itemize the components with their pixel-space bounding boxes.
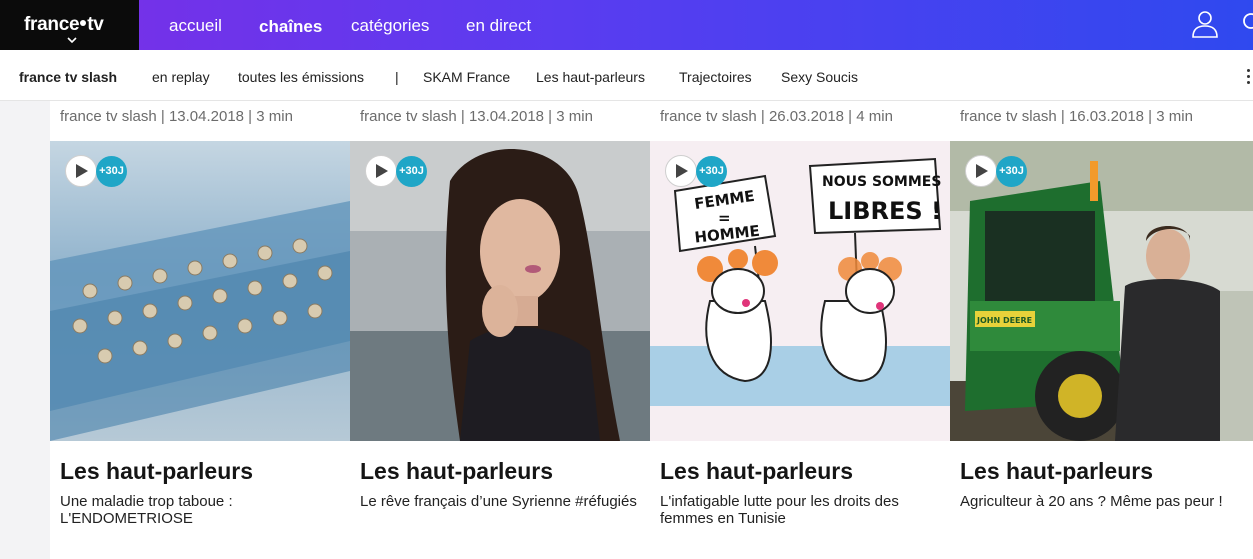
- nav-en-direct[interactable]: en direct: [466, 16, 531, 36]
- subnav-toutes-les-emissions[interactable]: toutes les émissions: [238, 69, 364, 85]
- subnav-brand[interactable]: france tv slash: [19, 69, 117, 85]
- subnav-separator: |: [395, 69, 399, 85]
- nav-chaines[interactable]: chaînes: [259, 17, 322, 37]
- play-icon: [976, 164, 988, 178]
- subnav-skam-france[interactable]: SKAM France: [423, 69, 510, 85]
- svg-text:LIBRES !: LIBRES !: [828, 197, 942, 225]
- chevron-down-icon[interactable]: [67, 36, 77, 44]
- logo-text-france: france: [24, 14, 80, 35]
- play-button[interactable]: [65, 155, 97, 187]
- card-thumbnail[interactable]: JOHN DEERE +30J: [950, 141, 1253, 441]
- subnav-les-haut-parleurs[interactable]: Les haut-parleurs: [536, 69, 645, 85]
- pill-blister-image: [50, 141, 350, 441]
- subnav-trajectoires[interactable]: Trajectoires: [679, 69, 752, 85]
- card-subtitle[interactable]: Agriculteur à 20 ans ? Même pas peur !: [960, 493, 1252, 510]
- availability-badge: +30J: [396, 156, 427, 187]
- nav-accueil[interactable]: accueil: [169, 16, 222, 36]
- play-button[interactable]: [965, 155, 997, 187]
- user-icon[interactable]: [1191, 10, 1219, 38]
- card-meta: france tv slash | 13.04.2018 | 3 min: [60, 108, 293, 125]
- subnav-sexy-soucis[interactable]: Sexy Soucis: [781, 69, 858, 85]
- francetv-logo[interactable]: france tv: [24, 14, 104, 36]
- availability-badge: +30J: [696, 156, 727, 187]
- play-icon: [376, 164, 388, 178]
- card-thumbnail[interactable]: FEMME = HOMME NOUS SOMMES LIBRES ! +30J: [650, 141, 950, 441]
- search-icon[interactable]: [1242, 12, 1253, 34]
- sub-navigation: france tv slash en replay toutes les émi…: [0, 50, 1253, 101]
- top-bar: france tv accueil chaînes catégories en d…: [0, 0, 1253, 50]
- more-options-icon[interactable]: [1247, 69, 1251, 85]
- tractor-farmer-image: JOHN DEERE: [950, 141, 1253, 441]
- cartoon-illustration-image: FEMME = HOMME NOUS SOMMES LIBRES !: [650, 141, 950, 441]
- card-meta: france tv slash | 26.03.2018 | 4 min: [660, 108, 893, 125]
- video-grid: france tv slash | 13.04.2018 | 3 min +30…: [50, 101, 1253, 559]
- card-title[interactable]: Les haut-parleurs: [960, 458, 1153, 485]
- availability-badge: +30J: [996, 156, 1027, 187]
- card-meta: france tv slash | 16.03.2018 | 3 min: [960, 108, 1193, 125]
- card-title[interactable]: Les haut-parleurs: [360, 458, 553, 485]
- nav-categories[interactable]: catégories: [351, 16, 429, 36]
- card-thumbnail[interactable]: +30J: [50, 141, 350, 441]
- play-icon: [676, 164, 688, 178]
- card-title[interactable]: Les haut-parleurs: [660, 458, 853, 485]
- availability-badge: +30J: [96, 156, 127, 187]
- logo-dot: [80, 20, 87, 27]
- woman-portrait-image: [350, 141, 650, 441]
- card-title[interactable]: Les haut-parleurs: [60, 458, 253, 485]
- play-button[interactable]: [665, 155, 697, 187]
- play-icon: [76, 164, 88, 178]
- card-meta: france tv slash | 13.04.2018 | 3 min: [360, 108, 593, 125]
- logo-text-tv: tv: [87, 14, 104, 35]
- card-thumbnail[interactable]: +30J: [350, 141, 650, 441]
- card-subtitle[interactable]: L'infatigable lutte pour les droits des …: [660, 493, 945, 527]
- subnav-en-replay[interactable]: en replay: [152, 69, 210, 85]
- svg-text:NOUS SOMMES: NOUS SOMMES: [822, 174, 941, 190]
- card-subtitle[interactable]: Une maladie trop taboue : L'ENDOMETRIOSE: [60, 493, 345, 527]
- svg-text:JOHN DEERE: JOHN DEERE: [976, 316, 1032, 325]
- card-subtitle[interactable]: Le rêve français d’une Syrienne #réfugié…: [360, 493, 645, 510]
- logo-area[interactable]: france tv: [0, 0, 139, 50]
- play-button[interactable]: [365, 155, 397, 187]
